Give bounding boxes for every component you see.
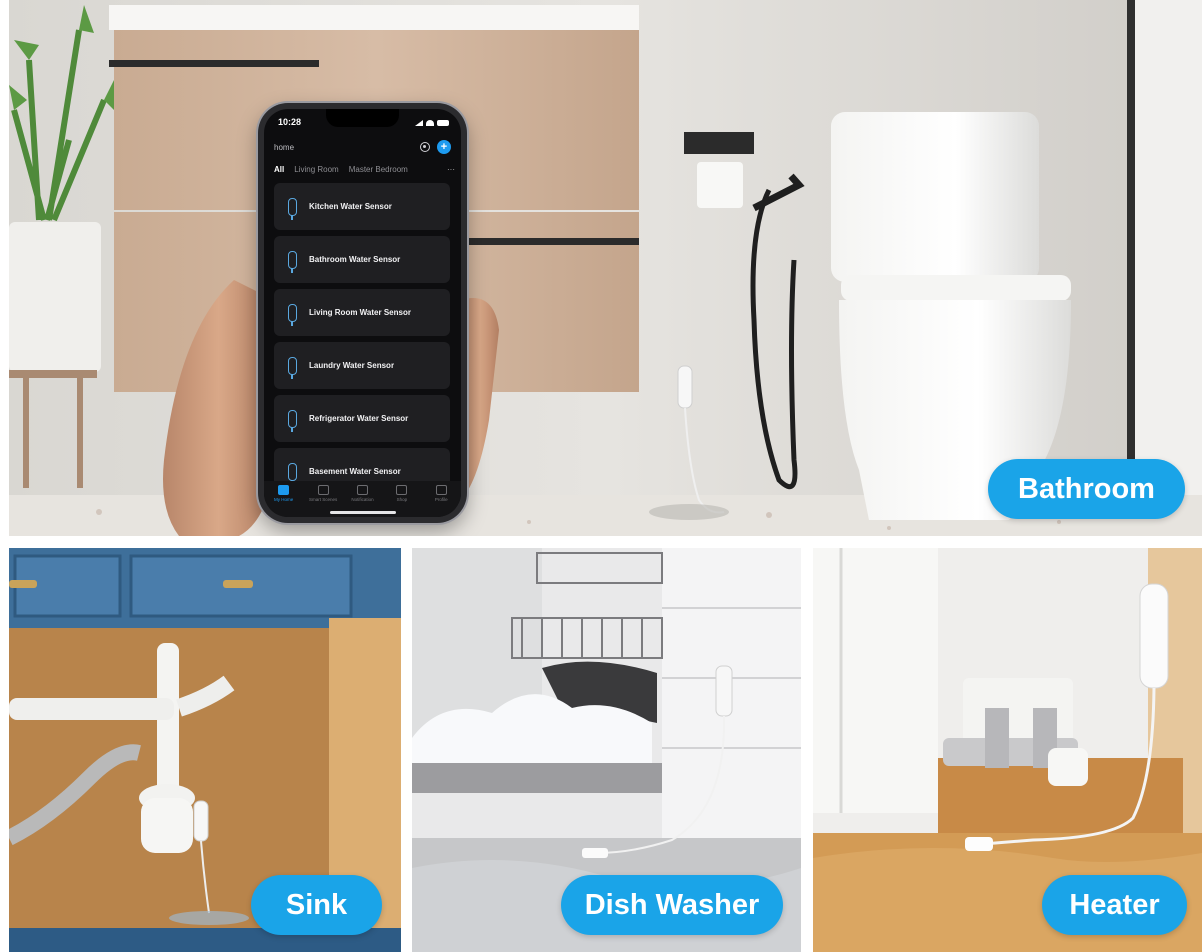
water-sensor-icon [288,409,297,432]
signal-icon [415,120,423,126]
product-collage: 10:28 home + All Living Room Master Bedr… [0,0,1202,952]
tab-profile[interactable]: Profile [423,485,459,517]
device-name: Kitchen Water Sensor [309,202,392,211]
water-sensor-icon [288,250,297,273]
tab-label: Smart Scenes [308,497,338,502]
water-sensor-icon [288,462,297,485]
tab-label: My Home [274,497,294,502]
scenes-tab-icon [317,485,329,495]
bathroom-illustration [9,0,1202,536]
device-card[interactable]: Bathroom Water Sensor [274,236,450,283]
device-card[interactable]: Kitchen Water Sensor [274,183,450,230]
tab-label: Notification [351,497,374,502]
tab-my-home[interactable]: My Home [266,485,302,517]
device-list: Kitchen Water Sensor Bathroom Water Sens… [274,183,450,501]
status-time: 10:28 [278,117,302,127]
device-card[interactable]: Refrigerator Water Sensor [274,395,450,442]
device-card[interactable]: Living Room Water Sensor [274,289,450,336]
notification-tab-icon [356,485,368,495]
bathroom-label: Bathroom [988,459,1185,519]
header-actions: + [420,140,451,154]
status-bar: 10:28 [278,117,449,129]
device-name: Laundry Water Sensor [309,361,395,370]
room-tabs: All Living Room Master Bedroom ··· [274,162,455,176]
dish-washer-scene: Dish Washer [412,548,801,952]
more-tabs-icon[interactable]: ··· [447,165,455,174]
device-card[interactable]: Laundry Water Sensor [274,342,450,389]
bathroom-scene: 10:28 home + All Living Room Master Bedr… [9,0,1202,536]
water-sensor-icon [288,303,297,326]
app-screen: 10:28 home + All Living Room Master Bedr… [264,109,461,517]
tab-master-bedroom[interactable]: Master Bedroom [349,165,408,174]
battery-icon [437,120,449,126]
water-sensor-icon [288,356,297,379]
heater-scene: Heater [813,548,1202,952]
dish-washer-label: Dish Washer [561,875,783,935]
profile-tab-icon [435,485,447,495]
phone-mockup: 10:28 home + All Living Room Master Bedr… [258,103,467,523]
tab-label: Shop [396,497,408,502]
device-name: Basement Water Sensor [309,467,401,476]
home-selector[interactable]: home [274,143,294,152]
home-header: home + [274,139,451,155]
camera-icon[interactable] [420,142,430,152]
wifi-icon [426,120,434,126]
sink-scene: Sink [9,548,401,952]
status-icons [415,117,449,129]
plus-icon[interactable]: + [437,140,451,154]
heater-label: Heater [1042,875,1187,935]
tab-all[interactable]: All [274,165,284,174]
device-name: Refrigerator Water Sensor [309,414,409,423]
home-tab-icon [278,485,290,495]
sink-label: Sink [251,875,382,935]
tab-label: Profile [434,497,448,502]
device-name: Bathroom Water Sensor [309,255,401,264]
water-sensor-icon [288,197,297,220]
tab-living-room[interactable]: Living Room [294,165,338,174]
device-name: Living Room Water Sensor [309,308,411,317]
shop-tab-icon [396,485,408,495]
home-indicator [330,511,396,514]
